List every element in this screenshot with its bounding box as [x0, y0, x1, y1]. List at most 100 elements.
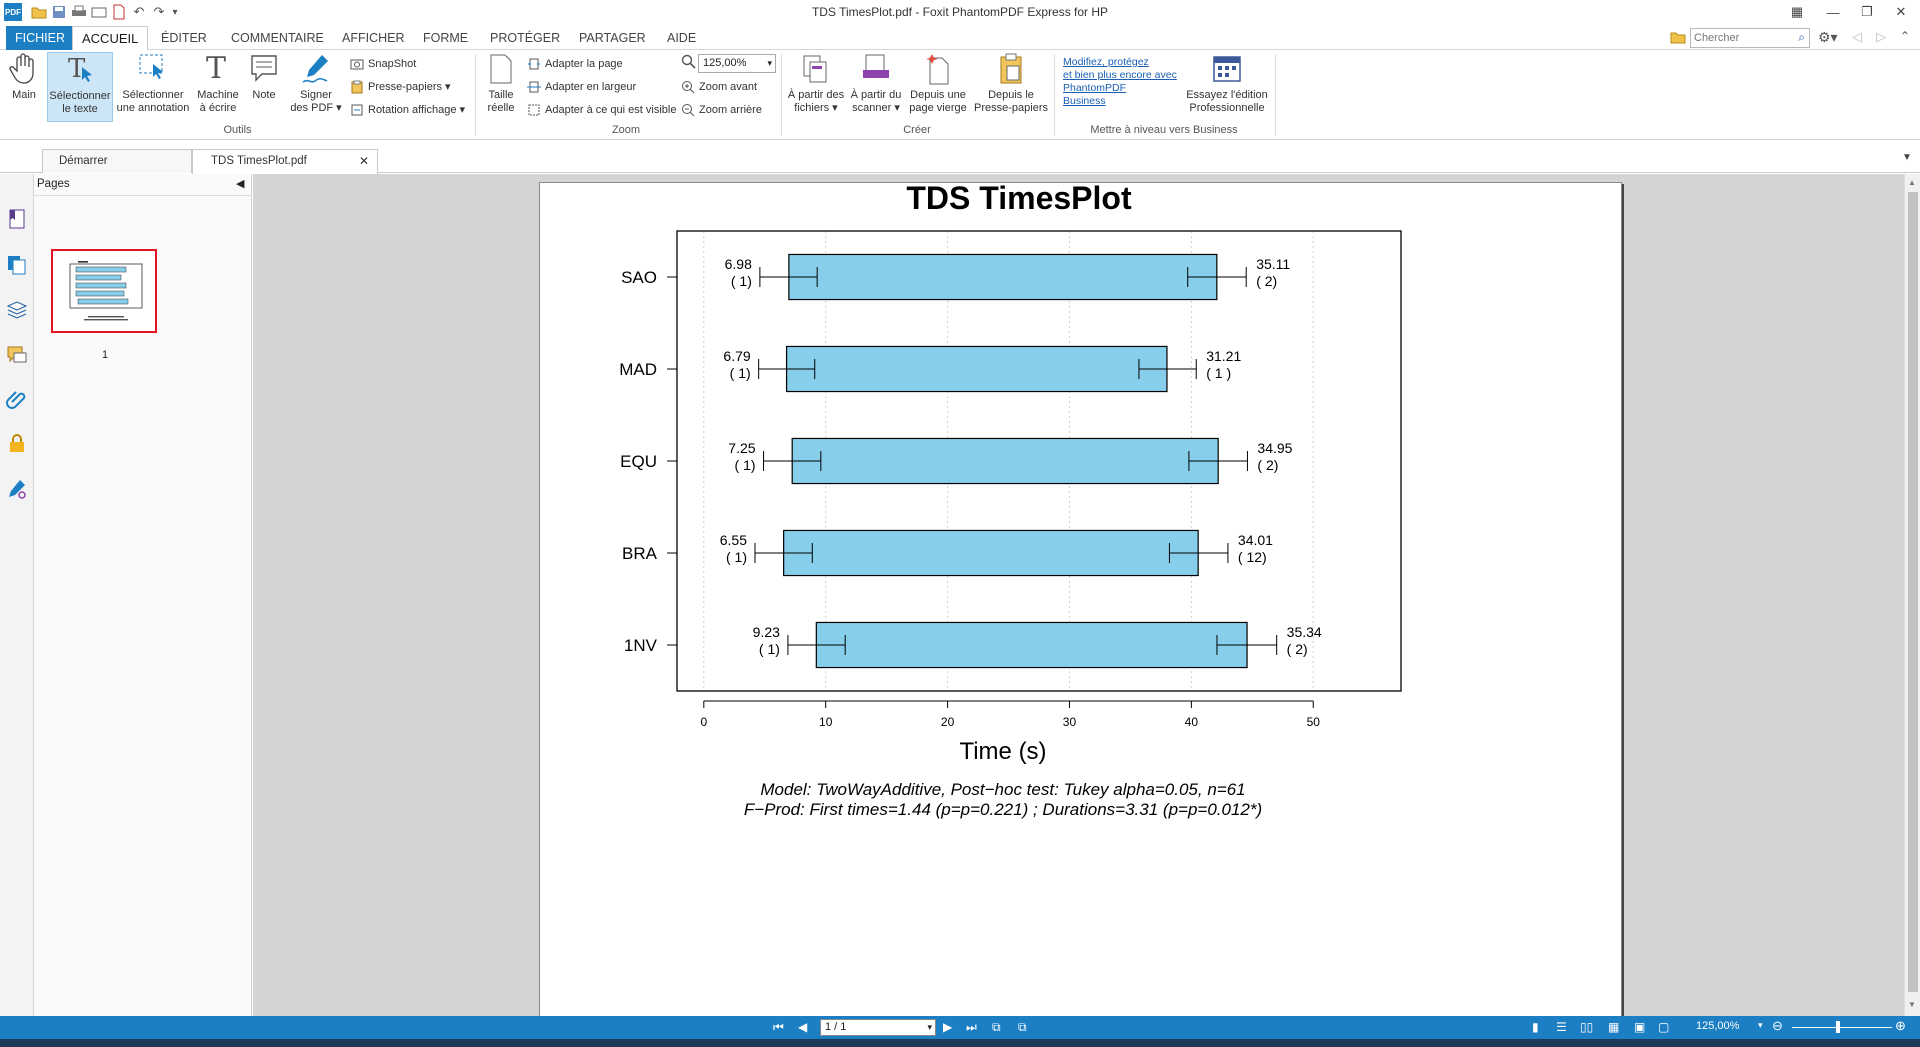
security-lock-icon[interactable]	[6, 432, 28, 454]
upgrade-promo-link[interactable]: Modifiez, protégez et bien plus encore a…	[1063, 56, 1177, 108]
scrollbar-thumb[interactable]	[1908, 192, 1918, 992]
single-page-view-icon[interactable]: ▮	[1532, 1020, 1539, 1034]
snapshot-label: SnapShot	[368, 58, 417, 70]
next-view-icon[interactable]: ⧉	[1018, 1020, 1027, 1035]
document-viewport[interactable]: TDS TimesPlot 0 10 20 30 40 50 Time (s) SAO 6.98(…	[253, 174, 1904, 1016]
status-zoom-in-icon[interactable]: ⊕	[1895, 1018, 1906, 1034]
zoom-in-button[interactable]: Zoom avant	[681, 77, 757, 97]
try-professional-button[interactable]: Essayez l'édition Professionnelle	[1184, 52, 1270, 122]
tab-demarrer[interactable]: Démarrer	[42, 149, 192, 173]
duration-bar	[815, 621, 1248, 669]
scroll-up-arrow-icon[interactable]: ▲	[1908, 178, 1916, 187]
search-box[interactable]: ⌕	[1690, 28, 1810, 48]
zoom-dropdown-icon[interactable]: ▾	[767, 55, 772, 72]
tab-list-dropdown-icon[interactable]: ▼	[1902, 152, 1912, 163]
zoom-slider[interactable]	[1792, 1027, 1892, 1028]
from-files-button[interactable]: À partir des fichiers ▾	[786, 52, 846, 122]
blank-page-button[interactable]: Depuis une page vierge	[906, 52, 970, 122]
group-upgrade-label: Mettre à niveau vers Business	[1090, 124, 1238, 136]
tab-commentaire[interactable]: COMMENTAIRE	[222, 26, 333, 50]
tab-afficher[interactable]: AFFICHER	[333, 26, 414, 50]
snapshot-button[interactable]: SnapShot	[350, 54, 416, 74]
zoom-out-button[interactable]: Zoom arrière	[681, 100, 762, 120]
signatures-icon[interactable]	[6, 478, 28, 500]
back-arrow-icon[interactable]: ◁	[1852, 29, 1862, 45]
tab-editer[interactable]: ÉDITER	[152, 26, 216, 50]
zoom-slider-handle[interactable]	[1836, 1021, 1840, 1033]
facing-view-icon[interactable]: ▯▯	[1580, 1020, 1593, 1034]
note-button[interactable]: Note	[246, 52, 282, 122]
vertical-scrollbar[interactable]: ▲ ▼	[1904, 174, 1920, 1016]
clipboard-label: Presse-papiers	[368, 81, 442, 93]
status-zoom-dropdown-icon[interactable]: ▾	[1758, 1020, 1763, 1031]
page-thumbnail[interactable]	[51, 249, 157, 333]
select-text-button[interactable]: T Sélectionner le texte	[47, 52, 113, 122]
search-input[interactable]	[1691, 29, 1787, 47]
layers-icon[interactable]	[6, 298, 28, 320]
collapse-ribbon-icon[interactable]: ⌃	[1900, 29, 1910, 43]
bookmarks-icon[interactable]	[6, 208, 28, 230]
close-tab-icon[interactable]: ✕	[359, 150, 369, 172]
typewriter-button[interactable]: T Machine à écrire	[193, 52, 243, 122]
close-button[interactable]: ✕	[1886, 2, 1916, 22]
x-tick-label: 40	[1185, 715, 1199, 729]
tab-aide[interactable]: AIDE	[658, 26, 705, 50]
rotate-view-button[interactable]: Rotation affichage ▾	[350, 100, 465, 120]
select-annotation-button[interactable]: Sélectionner une annotation	[116, 52, 190, 122]
find-folder-icon[interactable]	[1670, 29, 1686, 45]
first-page-icon[interactable]: ⏮	[773, 1020, 784, 1035]
tab-partager[interactable]: PARTAGER	[570, 26, 655, 50]
fit-width-button[interactable]: Adapter en largeur	[527, 77, 636, 97]
attachments-icon[interactable]	[6, 388, 28, 410]
from-clipboard-button[interactable]: Depuis le Presse-papiers	[973, 52, 1049, 122]
tab-fichier[interactable]: FICHIER	[6, 26, 74, 50]
actual-size-button[interactable]: Taille réelle	[481, 52, 521, 122]
zoom-select-value: 125,00%	[703, 57, 747, 69]
os-taskbar	[0, 1039, 1920, 1047]
continuous-facing-view-icon[interactable]: ▦	[1608, 1020, 1619, 1034]
sign-pdf-button[interactable]: Signer des PDF ▾	[286, 52, 346, 122]
select-annotation-icon	[139, 54, 163, 79]
last-page-icon[interactable]: ⏭	[966, 1020, 977, 1035]
from-files-label-2: fichiers	[794, 102, 830, 114]
previous-page-icon[interactable]: ◀	[798, 1020, 807, 1034]
scroll-down-arrow-icon[interactable]: ▼	[1908, 1000, 1916, 1009]
forward-arrow-icon[interactable]: ▷	[1876, 29, 1886, 45]
upgrade-link-line-3[interactable]: PhantomPDF	[1063, 82, 1126, 94]
comments-icon[interactable]	[6, 344, 28, 366]
tab-proteger[interactable]: PROTÉGER	[481, 26, 569, 50]
duration-count-label: ( 2)	[1257, 457, 1278, 473]
restore-button[interactable]: ❐	[1852, 2, 1882, 22]
zoom-select[interactable]: 125,00% ▾	[698, 54, 776, 73]
upgrade-link-line-1[interactable]: Modifiez, protégez	[1063, 56, 1149, 68]
ribbon-layout-icon[interactable]: ▦	[1782, 2, 1812, 22]
fit-page-status-icon[interactable]: ▢	[1658, 1020, 1669, 1034]
hand-tool-button[interactable]: Main	[4, 52, 44, 122]
collapse-panel-icon[interactable]: ◀	[236, 177, 244, 190]
upgrade-link-line-4[interactable]: Business	[1063, 95, 1106, 107]
fit-page-button[interactable]: Adapter la page	[527, 54, 623, 74]
cover-view-icon[interactable]: ▣	[1634, 1020, 1645, 1034]
from-scanner-button[interactable]: À partir du scanner ▾	[849, 52, 903, 122]
status-zoom-out-icon[interactable]: ⊖	[1772, 1018, 1783, 1034]
tab-accueil[interactable]: ACCUEIL	[72, 26, 149, 51]
page-number-field[interactable]: 1 / 1 ▾	[820, 1019, 936, 1036]
fit-visible-button[interactable]: Adapter à ce qui est visible	[527, 100, 676, 120]
fit-width-label: Adapter en largeur	[545, 81, 637, 93]
hand-icon	[9, 53, 34, 84]
pages-icon[interactable]	[6, 254, 28, 276]
clipboard-button[interactable]: Presse-papiers ▾	[350, 77, 451, 97]
minimize-button[interactable]: —	[1818, 2, 1848, 22]
navigation-rail	[0, 174, 34, 1016]
clipboard-dropdown-icon: ▾	[441, 81, 451, 93]
next-page-icon[interactable]: ▶	[943, 1020, 952, 1034]
page-dropdown-icon[interactable]: ▾	[927, 1020, 932, 1035]
previous-view-icon[interactable]: ⧉	[992, 1020, 1001, 1035]
from-scanner-dropdown-icon: ▾	[891, 102, 900, 114]
search-icon[interactable]: ⌕	[1798, 30, 1805, 45]
tab-document[interactable]: TDS TimesPlot.pdf ✕	[192, 149, 378, 174]
tab-forme[interactable]: FORME	[414, 26, 477, 50]
settings-gear-icon[interactable]: ⚙▾	[1818, 29, 1838, 46]
continuous-view-icon[interactable]: ☰	[1556, 1020, 1567, 1034]
upgrade-link-line-2[interactable]: et bien plus encore avec	[1063, 69, 1177, 81]
